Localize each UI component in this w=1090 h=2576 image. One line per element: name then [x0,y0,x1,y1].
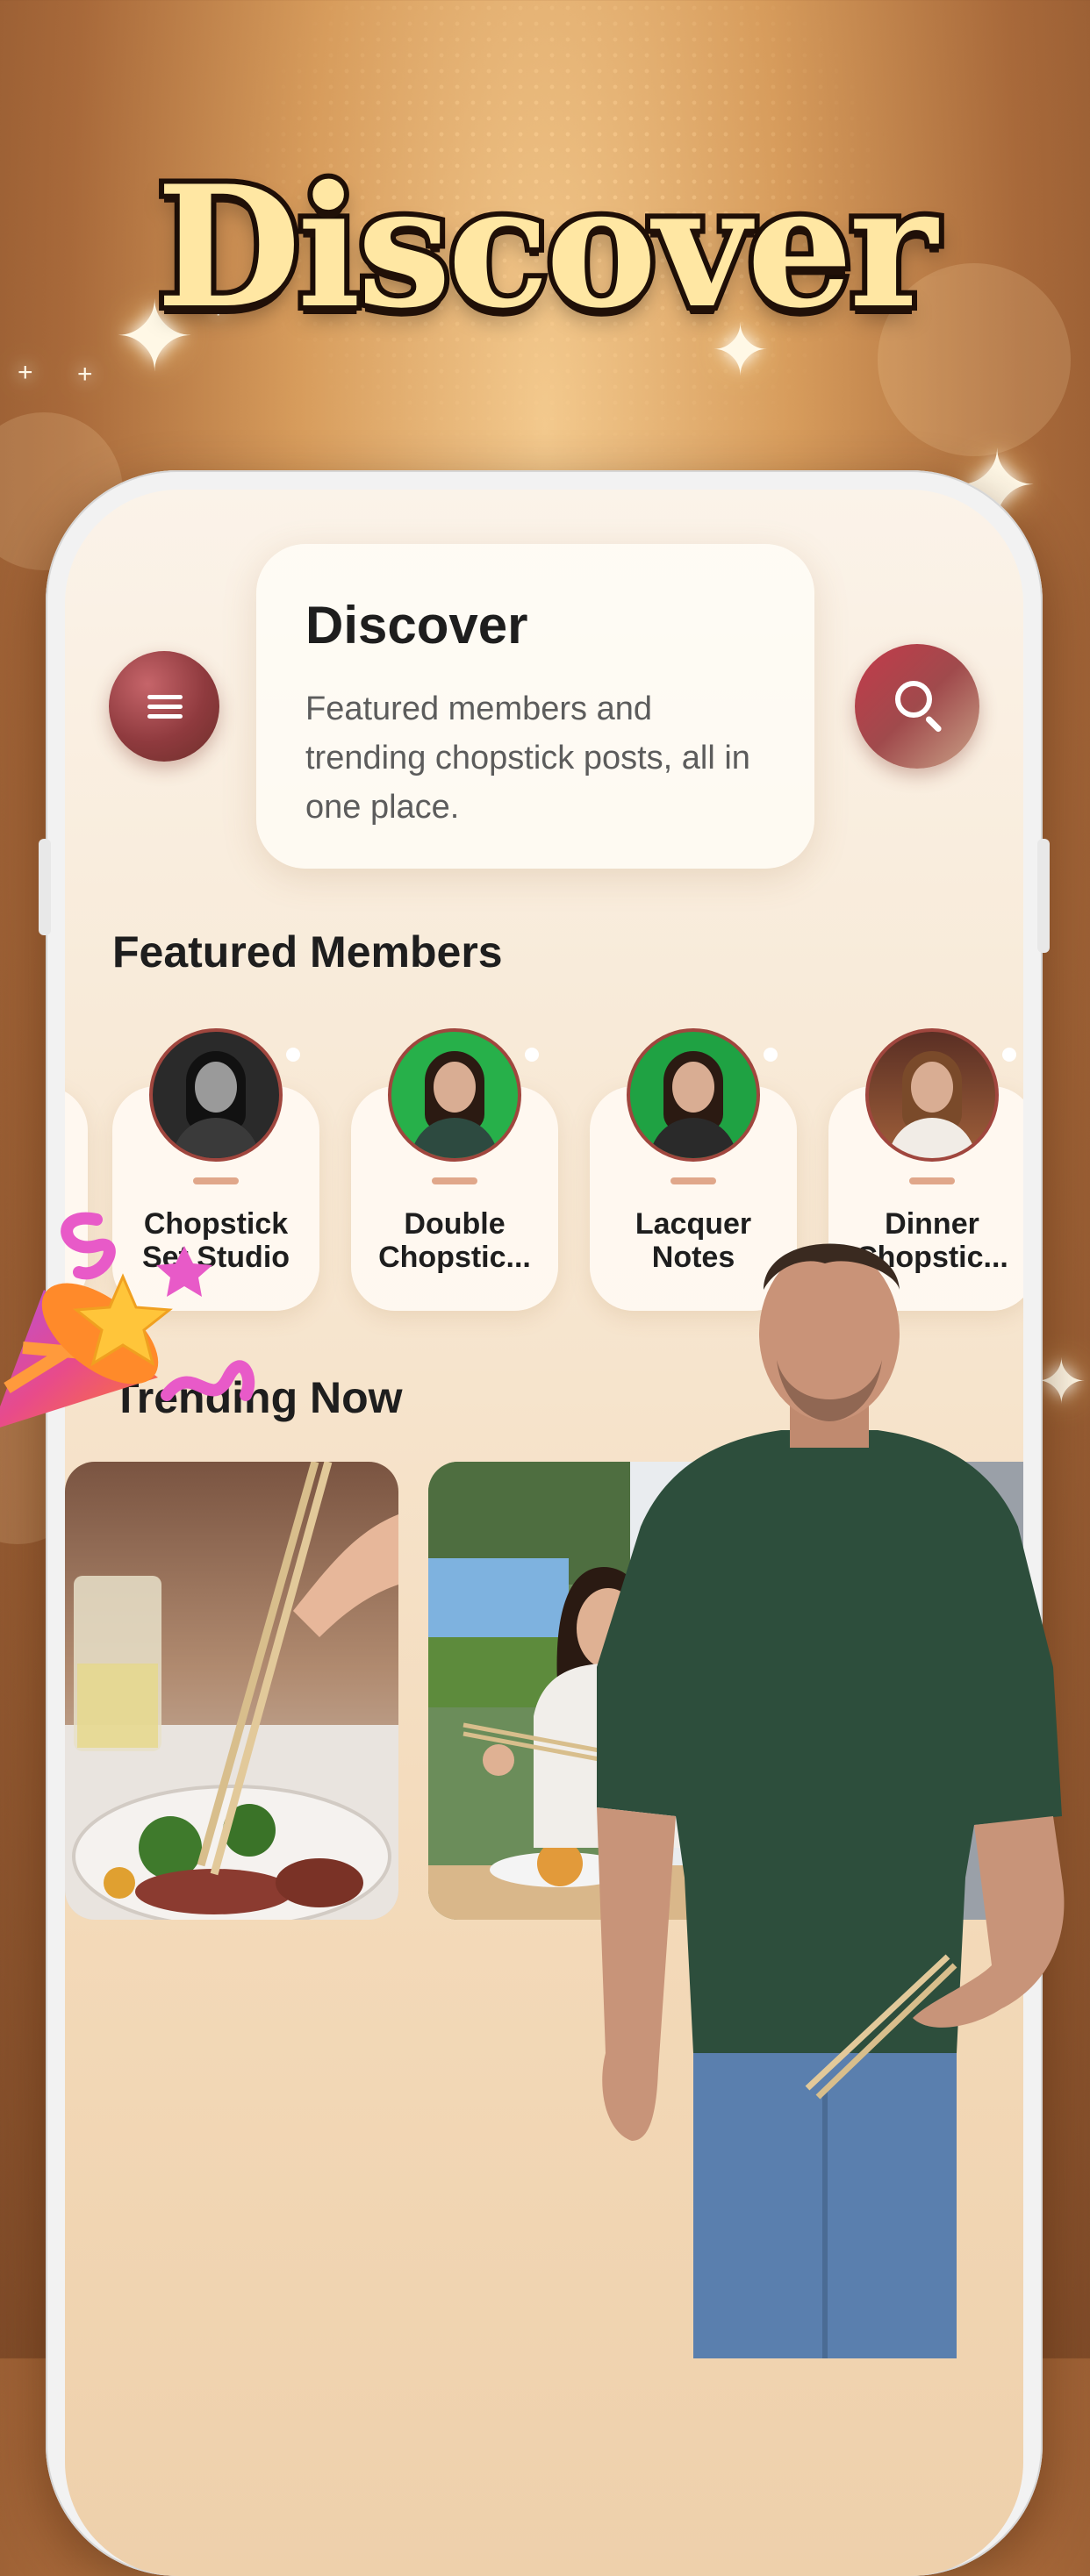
sparkle-icon: + [18,358,33,387]
member-indicator [193,1177,239,1184]
member-indicator [432,1177,477,1184]
menu-button[interactable] [109,651,219,762]
party-popper-icon [0,1212,255,1428]
member-card[interactable]: Double Chopstic... [351,1028,558,1311]
sparkle-icon: + [77,360,93,389]
online-dot [764,1048,778,1062]
featured-members-title: Featured Members [112,927,503,977]
hero-title: Discover [151,144,943,350]
phone-side-button [1037,839,1050,953]
header-card: Discover Featured members and trending c… [256,544,814,869]
avatar [627,1028,760,1162]
page-subtitle: Featured members and trending chopstick … [305,691,750,826]
man-with-chopsticks-figure [597,1243,1065,2358]
phone-side-button [39,839,51,935]
avatar [149,1028,283,1162]
page-title: Discover [305,596,528,655]
member-indicator [909,1177,955,1184]
online-dot [1002,1048,1016,1062]
trending-post-card[interactable] [65,1462,398,1920]
search-button[interactable] [855,644,979,769]
member-indicator [670,1177,716,1184]
online-dot [525,1048,539,1062]
avatar [388,1028,521,1162]
online-dot [286,1048,300,1062]
post-photo [65,1462,398,1920]
member-name: Double Chopstic... [378,1207,531,1274]
avatar [865,1028,999,1162]
